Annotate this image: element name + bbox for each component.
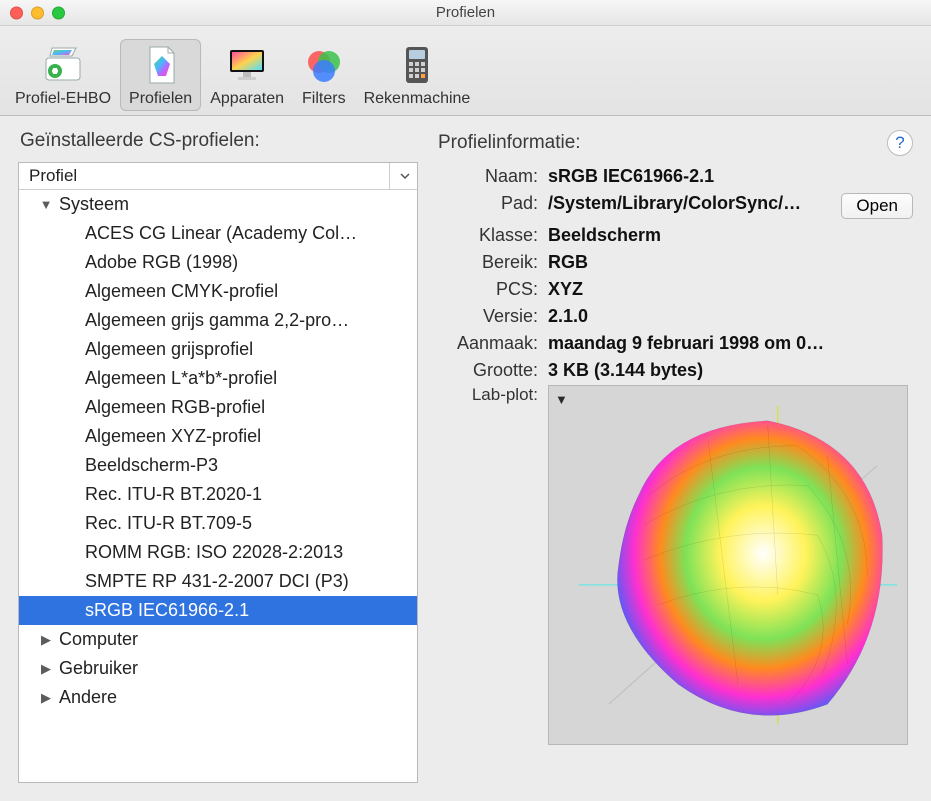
tree-item[interactable]: sRGB IEC61966-2.1 — [19, 596, 417, 625]
left-pane: Geïnstalleerde CS-profielen: Profiel ▼ Sy… — [18, 130, 418, 783]
gamut-plot-icon — [549, 386, 907, 744]
label-name: Naam: — [438, 166, 538, 187]
tree-item[interactable]: Algemeen RGB-profiel — [19, 393, 417, 422]
right-heading: Profielinformatie: — [438, 132, 581, 154]
tree-item-label: Algemeen grijsprofiel — [85, 339, 253, 360]
tree-group-label: Andere — [59, 687, 117, 708]
chevron-right-icon: ▶ — [39, 661, 53, 677]
tree-group-label: Systeem — [59, 194, 129, 215]
value-name: sRGB IEC61966-2.1 — [548, 166, 831, 187]
label-version: Versie: — [438, 306, 538, 327]
right-pane: Profielinformatie: ? Naam: sRGB IEC61966… — [438, 130, 913, 783]
close-icon[interactable] — [10, 6, 23, 19]
info-grid: Naam: sRGB IEC61966-2.1 Pad: /System/Lib… — [438, 166, 913, 381]
tree-item[interactable]: Algemeen grijsprofiel — [19, 335, 417, 364]
tree-item[interactable]: Algemeen grijs gamma 2,2-pro… — [19, 306, 417, 335]
value-size: 3 KB (3.144 bytes) — [548, 360, 831, 381]
left-heading: Geïnstalleerde CS-profielen: — [20, 130, 418, 152]
titlebar: Profielen — [0, 0, 931, 26]
dropdown-label: Profiel — [29, 166, 77, 186]
chevron-right-icon: ▶ — [39, 632, 53, 648]
tree-item[interactable]: SMPTE RP 431-2-2007 DCI (P3) — [19, 567, 417, 596]
profile-doc-icon — [140, 44, 182, 86]
toolbar-label: Profiel-EHBO — [15, 90, 111, 108]
tree-item-label: Algemeen L*a*b*-profiel — [85, 368, 277, 389]
tree-item[interactable]: Algemeen XYZ-profiel — [19, 422, 417, 451]
label-pcs: PCS: — [438, 279, 538, 300]
toolbar-rekenmachine[interactable]: Rekenmachine — [355, 39, 480, 111]
tree-item[interactable]: Algemeen CMYK-profiel — [19, 277, 417, 306]
tree-item-label: ROMM RGB: ISO 22028-2:2013 — [85, 542, 343, 563]
tree-item-label: SMPTE RP 431-2-2007 DCI (P3) — [85, 571, 349, 592]
labplot-row: Lab-plot: ▼ — [438, 385, 913, 745]
tree-item-label: Algemeen RGB-profiel — [85, 397, 265, 418]
chevron-down-icon: ▼ — [39, 197, 53, 212]
zoom-icon[interactable] — [52, 6, 65, 19]
label-path: Pad: — [438, 193, 538, 214]
value-pcs: XYZ — [548, 279, 831, 300]
tree-group[interactable]: ▶ Gebruiker — [19, 654, 417, 683]
tree-group-label: Gebruiker — [59, 658, 138, 679]
chevron-down-icon[interactable]: ▼ — [555, 392, 568, 407]
calculator-icon — [396, 44, 438, 86]
window-title: Profielen — [10, 4, 921, 21]
tree-item[interactable]: Adobe RGB (1998) — [19, 248, 417, 277]
tree-item-label: Rec. ITU-R BT.709-5 — [85, 513, 252, 534]
minimize-icon[interactable] — [31, 6, 44, 19]
tree-item[interactable]: Rec. ITU-R BT.2020-1 — [19, 480, 417, 509]
toolbar-apparaten[interactable]: Apparaten — [201, 39, 293, 111]
value-path: /System/Library/ColorSync/… — [548, 193, 831, 214]
tree-item-label: Algemeen XYZ-profiel — [85, 426, 261, 447]
toolbar-label: Apparaten — [210, 90, 284, 108]
value-range: RGB — [548, 252, 831, 273]
window-controls — [10, 6, 65, 19]
tree-group[interactable]: ▶ Computer — [19, 625, 417, 654]
open-button[interactable]: Open — [841, 193, 913, 219]
toolbar: Profiel-EHBO Profielen — [0, 26, 931, 116]
tree-item-label: Rec. ITU-R BT.2020-1 — [85, 484, 262, 505]
chevron-down-icon — [389, 163, 411, 189]
help-button[interactable]: ? — [887, 130, 913, 156]
tree-item[interactable]: Rec. ITU-R BT.709-5 — [19, 509, 417, 538]
tree-item-label: ACES CG Linear (Academy Col… — [85, 223, 357, 244]
value-created: maandag 9 februari 1998 om 06:49:0… — [548, 333, 831, 354]
profile-sort-dropdown[interactable]: Profiel — [18, 162, 418, 190]
label-size: Grootte: — [438, 360, 538, 381]
label-created: Aanmaak: — [438, 333, 538, 354]
labplot-viewer[interactable]: ▼ — [548, 385, 908, 745]
content: Geïnstalleerde CS-profielen: Profiel ▼ Sy… — [0, 116, 931, 801]
chevron-right-icon: ▶ — [39, 690, 53, 706]
tree-item[interactable]: ACES CG Linear (Academy Col… — [19, 219, 417, 248]
tree-item[interactable]: Beeldscherm-P3 — [19, 451, 417, 480]
tree-group[interactable]: ▼ Systeem — [19, 190, 417, 219]
tree-group-label: Computer — [59, 629, 138, 650]
profile-tree[interactable]: ▼ Systeem ACES CG Linear (Academy Col… Adob… — [18, 190, 418, 783]
firstaid-icon — [42, 44, 84, 86]
toolbar-label: Profielen — [129, 90, 192, 108]
tree-item[interactable]: ROMM RGB: ISO 22028-2:2013 — [19, 538, 417, 567]
label-labplot: Lab-plot: — [438, 385, 538, 405]
tree-item-label: Algemeen grijs gamma 2,2-pro… — [85, 310, 349, 331]
toolbar-filters[interactable]: Filters — [293, 39, 355, 111]
value-class: Beeldscherm — [548, 225, 831, 246]
label-range: Bereik: — [438, 252, 538, 273]
filters-icon — [303, 44, 345, 86]
value-version: 2.1.0 — [548, 306, 831, 327]
tree-item-label: Beeldscherm-P3 — [85, 455, 218, 476]
tree-item-label: Algemeen CMYK-profiel — [85, 281, 278, 302]
toolbar-profielen[interactable]: Profielen — [120, 39, 201, 111]
tree-item-label: sRGB IEC61966-2.1 — [85, 600, 249, 621]
toolbar-label: Filters — [302, 90, 346, 108]
toolbar-profiel-ehbo[interactable]: Profiel-EHBO — [6, 39, 120, 111]
toolbar-label: Rekenmachine — [364, 90, 471, 108]
label-class: Klasse: — [438, 225, 538, 246]
tree-item[interactable]: Algemeen L*a*b*-profiel — [19, 364, 417, 393]
tree-item-label: Adobe RGB (1998) — [85, 252, 238, 273]
tree-group[interactable]: ▶ Andere — [19, 683, 417, 712]
display-icon — [226, 44, 268, 86]
